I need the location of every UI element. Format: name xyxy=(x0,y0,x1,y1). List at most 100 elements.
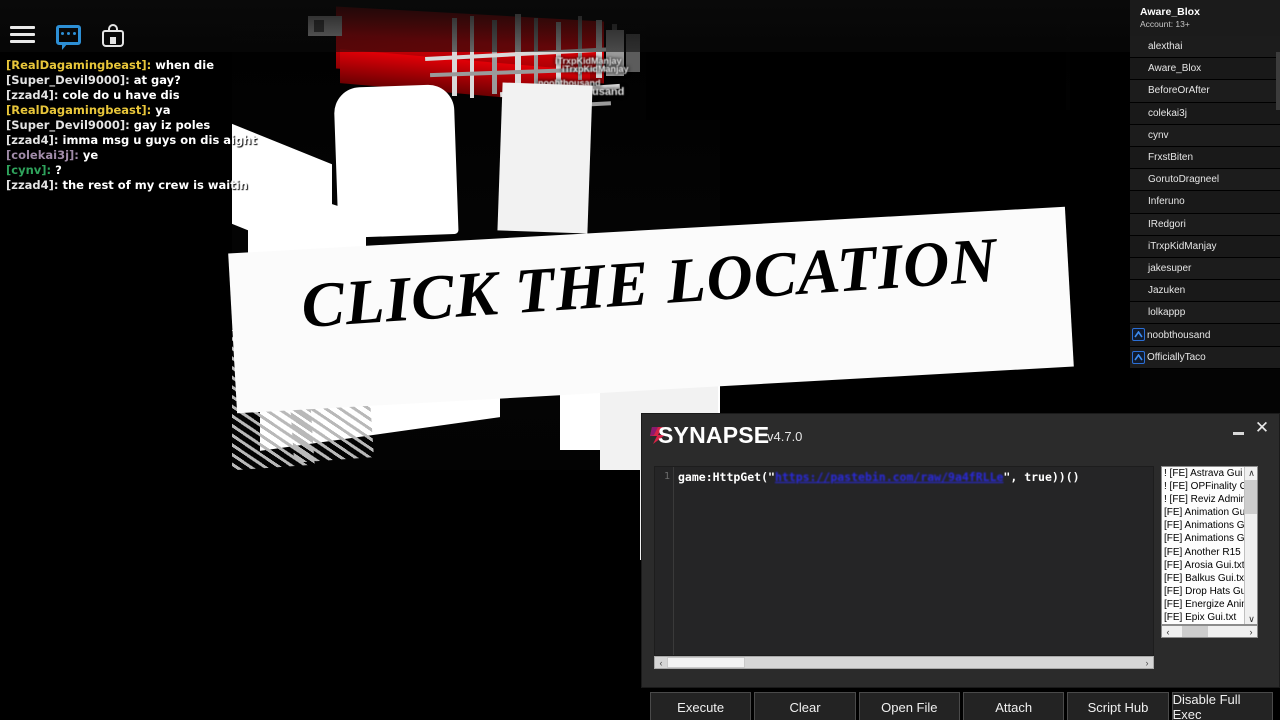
script-list-item[interactable]: [FE] Animation Gui xyxy=(1162,506,1257,519)
premium-badge-icon xyxy=(1132,328,1145,342)
execute-button[interactable]: Execute xyxy=(650,692,752,720)
script-list-item[interactable]: [FE] Animations Gu xyxy=(1162,519,1257,532)
editor-scroll-thumb[interactable] xyxy=(667,657,745,668)
editor-gutter: 1 xyxy=(655,467,674,655)
code-prefix: game:HttpGet(" xyxy=(678,470,775,484)
script-editor[interactable]: 1 game:HttpGet("https://pastebin.com/raw… xyxy=(654,466,1154,656)
scroll-right-icon[interactable]: › xyxy=(1245,627,1257,637)
chat-message: [Super_Devil9000]: at gay? xyxy=(6,73,336,88)
chat-message: [zzad4]: imma msg u guys on dis aight xyxy=(6,133,336,148)
script-list-item[interactable]: [FE] Energize Anim xyxy=(1162,598,1257,611)
chat-text: imma msg u guys on dis aight xyxy=(62,133,257,147)
chat-author: [zzad4]: xyxy=(6,178,63,192)
editor-horizontal-scrollbar[interactable]: ‹ › xyxy=(654,656,1154,669)
script-list-item[interactable]: ! [FE] OPFinality Gu xyxy=(1162,480,1257,493)
player-name: lolkappp xyxy=(1148,307,1186,319)
editor-scroll-track[interactable] xyxy=(667,657,1141,668)
code-url[interactable]: https://pastebin.com/raw/9a4fRLLe xyxy=(775,470,1003,484)
scroll-right-icon[interactable]: › xyxy=(1141,658,1153,668)
scroll-left-icon[interactable]: ‹ xyxy=(655,658,667,668)
player-name: IRedgori xyxy=(1148,218,1186,230)
player-list-item[interactable]: BeforeOrAfter xyxy=(1130,80,1280,103)
player-list-item[interactable]: lolkappp xyxy=(1130,302,1280,325)
disable-full-exec-button[interactable]: Disable Full Exec xyxy=(1171,692,1273,720)
menu-icon[interactable] xyxy=(10,22,36,48)
chat-text: at gay? xyxy=(133,73,181,87)
player-name: cynv xyxy=(1148,129,1169,141)
player-list-item[interactable]: IRedgori xyxy=(1130,213,1280,236)
chat-author: [Super_Devil9000]: xyxy=(6,73,134,87)
clear-button[interactable]: Clear xyxy=(754,692,856,720)
player-name: FrxstBiten xyxy=(1148,152,1194,164)
script-list-item[interactable]: [FE] Arosia Gui.txt xyxy=(1162,559,1257,572)
scene-block xyxy=(497,82,593,234)
player-list-item[interactable]: colekai3j xyxy=(1130,102,1280,125)
chat-message: [cynv]: ? xyxy=(6,163,336,178)
player-list-item[interactable]: Aware_Blox xyxy=(1130,58,1280,81)
attach-button[interactable]: Attach xyxy=(962,692,1065,720)
script-hub-list[interactable]: ! [FE] Astrava Gui [! [FE] OPFinality Gu… xyxy=(1161,466,1258,625)
chat-text: the rest of my crew is waitin xyxy=(62,178,248,192)
chat-text: ? xyxy=(55,163,62,177)
open-file-button[interactable]: Open File xyxy=(858,692,960,720)
script-list-h-thumb[interactable] xyxy=(1182,626,1208,637)
player-name: OfficiallyTaco xyxy=(1147,351,1206,363)
synapse-title: SYNAPSE xyxy=(658,422,770,448)
player-list-item[interactable]: jakesuper xyxy=(1130,257,1280,281)
player-name: alexthai xyxy=(1148,41,1183,53)
script-list-item[interactable]: [FE] Drop Hats Gui xyxy=(1162,585,1257,598)
player-list-scrollbar[interactable] xyxy=(1276,52,1280,110)
script-list-vertical-scrollbar[interactable]: ∧ ∨ xyxy=(1244,467,1257,624)
script-list-scroll-thumb[interactable] xyxy=(1245,480,1257,514)
local-player-name: Aware_Blox xyxy=(1140,6,1200,18)
player-list-item[interactable]: noobthousand xyxy=(1130,324,1280,347)
chat-message: [zzad4]: the rest of my crew is waitin xyxy=(6,178,336,193)
chat-icon[interactable] xyxy=(56,22,82,50)
scroll-down-icon[interactable]: ∨ xyxy=(1245,613,1257,624)
player-list-item[interactable]: GorutoDragneel xyxy=(1130,169,1280,192)
player-list-item[interactable]: Jazuken xyxy=(1130,280,1280,303)
player-list-item[interactable]: cynv xyxy=(1130,124,1280,147)
chat-author: [zzad4]: xyxy=(6,88,63,102)
script-hub-button[interactable]: Script Hub xyxy=(1067,692,1169,720)
scroll-left-icon[interactable]: ‹ xyxy=(1162,627,1174,637)
roblox-topbar xyxy=(0,0,1280,52)
chat-message: [RealDagamingbeast]: when die xyxy=(6,58,336,73)
script-list-horizontal-scrollbar[interactable]: ‹ › xyxy=(1161,625,1258,638)
player-list-item[interactable]: FrxstBiten xyxy=(1130,146,1280,170)
scroll-up-icon[interactable]: ∧ xyxy=(1245,467,1257,480)
topbar-icon-group xyxy=(10,22,128,50)
player-name: Aware_Blox xyxy=(1148,63,1202,75)
premium-badge-icon xyxy=(1132,350,1145,364)
chat-message: [colekai3j]: ye xyxy=(6,148,336,163)
script-list-item[interactable]: ! [FE] Reviz Admin xyxy=(1162,493,1257,506)
game-screen: iTrxpKidManjay iTrxpKidManjay noobthousa… xyxy=(0,0,1280,720)
close-icon[interactable]: ✕ xyxy=(1253,419,1271,437)
script-list-item[interactable]: [FE] Balkus Gui.txt xyxy=(1162,572,1257,585)
player-list-rows: alexthai Aware_Blox BeforeOrAfter colekai3j… xyxy=(1130,36,1280,369)
script-list-item[interactable]: [FE] Another R15 G xyxy=(1162,546,1257,559)
minimize-icon[interactable] xyxy=(1231,423,1247,439)
player-list-item[interactable]: OfficiallyTaco xyxy=(1130,346,1280,369)
synapse-titlebar[interactable]: SYNAPSE v4.7.0 ✕ xyxy=(642,414,1279,458)
backpack-icon[interactable] xyxy=(102,22,128,48)
player-nametag: iTrxpKidManjay xyxy=(562,64,629,74)
chat-author: [RealDagamingbeast]: xyxy=(6,58,156,72)
script-list-h-track[interactable] xyxy=(1174,626,1245,637)
script-list-item[interactable]: [FE] Animations Gu xyxy=(1162,532,1257,545)
player-list-item[interactable]: alexthai xyxy=(1130,36,1280,59)
synapse-window[interactable]: SYNAPSE v4.7.0 ✕ 1 game:HttpGet("https:/… xyxy=(641,413,1280,720)
player-name: iTrxpKidManjay xyxy=(1148,240,1217,252)
player-name: colekai3j xyxy=(1148,107,1187,119)
player-name: BeforeOrAfter xyxy=(1148,85,1210,97)
player-name: Jazuken xyxy=(1148,285,1186,297)
player-list-item[interactable]: Inferuno xyxy=(1130,191,1280,214)
line-number: 1 xyxy=(663,471,670,482)
chat-author: [Super_Devil9000]: xyxy=(6,118,134,132)
script-list-item[interactable]: ! [FE] Astrava Gui [ xyxy=(1162,467,1257,480)
chat-message: [Super_Devil9000]: gay iz poles xyxy=(6,118,336,133)
editor-code-line[interactable]: game:HttpGet("https://pastebin.com/raw/9… xyxy=(678,469,1080,485)
script-list-item[interactable]: [FE] Epix Gui.txt xyxy=(1162,611,1257,624)
script-list-items: ! [FE] Astrava Gui [! [FE] OPFinality Gu… xyxy=(1162,467,1257,624)
player-list-item[interactable]: iTrxpKidManjay xyxy=(1130,235,1280,258)
